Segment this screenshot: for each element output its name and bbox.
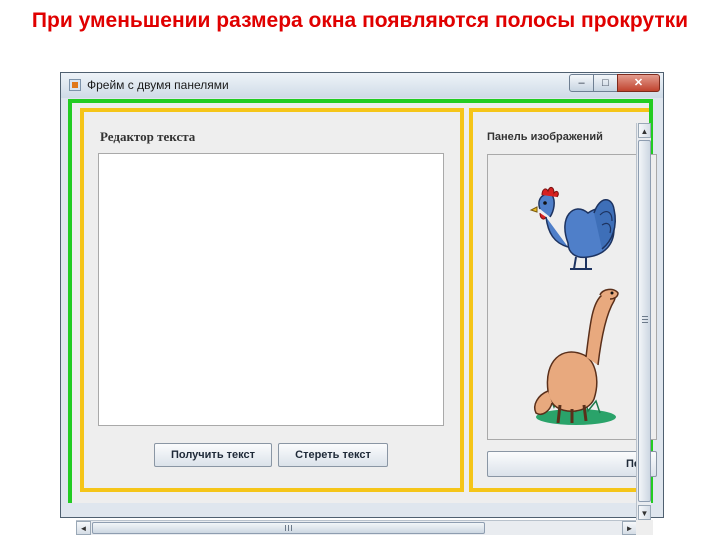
image-panel-title: Панель изображений [487, 131, 603, 143]
maximize-button[interactable]: □ [593, 74, 618, 92]
horizontal-scroll-thumb[interactable] [92, 522, 485, 534]
app-window: Фрейм с двумя панелями – □ ✕ Редактор те… [60, 72, 664, 535]
text-editor-panel: Редактор текста Получить текст Стереть т… [80, 108, 464, 492]
minimize-button[interactable]: – [569, 74, 594, 92]
scrollbar-corner [636, 520, 653, 535]
scroll-right-arrow-icon[interactable]: ► [622, 521, 637, 535]
content-pane: Редактор текста Получить текст Стереть т… [68, 99, 657, 535]
scroll-up-arrow-icon[interactable]: ▲ [638, 123, 651, 138]
clear-text-button[interactable]: Стереть текст [278, 443, 388, 467]
text-editor-title: Редактор текста [100, 129, 196, 144]
vertical-scrollbar[interactable]: ▲ ▼ [636, 123, 651, 520]
java-app-icon [69, 79, 81, 91]
scroll-left-arrow-icon[interactable]: ◄ [76, 521, 91, 535]
image-panel: Панель изображений Пе [469, 108, 657, 492]
dinosaur-image [534, 288, 619, 425]
image-area [487, 154, 657, 440]
scroll-down-arrow-icon[interactable]: ▼ [638, 505, 651, 520]
vertical-scroll-thumb[interactable] [638, 140, 651, 502]
image-panel-button[interactable]: Пе [487, 451, 657, 477]
image-area-graphics [529, 186, 619, 425]
get-text-button[interactable]: Получить текст [154, 443, 272, 467]
text-area[interactable] [98, 153, 444, 426]
horizontal-scrollbar[interactable]: ◄ ► [76, 520, 652, 535]
grip-icon [642, 316, 648, 323]
window-title: Фрейм с двумя панелями [87, 78, 229, 92]
close-button[interactable]: ✕ [617, 74, 660, 92]
title-bar[interactable]: Фрейм с двумя панелями – □ ✕ [61, 73, 663, 98]
rooster-image [529, 186, 616, 270]
slide-heading: При уменьшении размера окна появляются п… [31, 9, 689, 32]
grip-icon [285, 525, 292, 531]
